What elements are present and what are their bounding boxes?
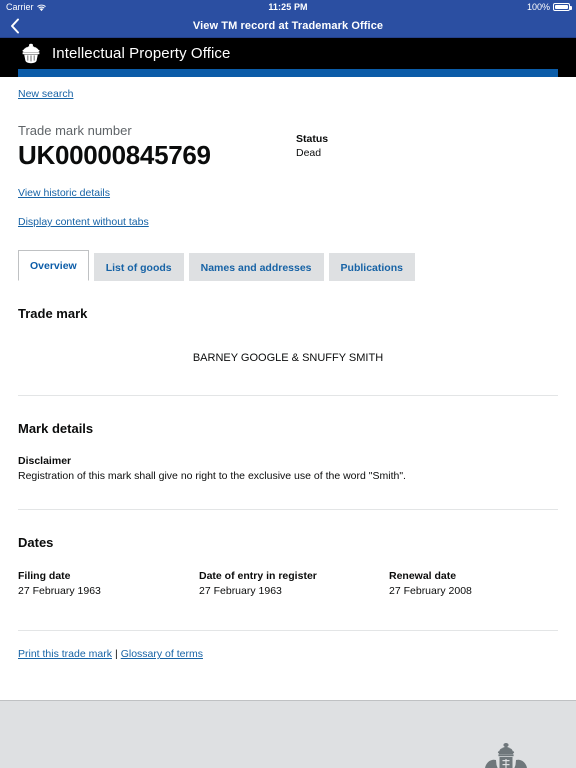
display-content-without-tabs-link[interactable]: Display content without tabs — [18, 216, 558, 228]
page-scroll-area: Intellectual Property Office New search … — [0, 38, 576, 768]
trade-mark-number-label: Trade mark number — [18, 123, 132, 138]
status-bar-time: 11:25 PM — [268, 2, 308, 12]
glossary-of-terms-link[interactable]: Glossary of terms — [121, 648, 203, 660]
dates-grid: Filing date 27 February 1963 Date of ent… — [18, 569, 558, 599]
filing-date-label: Filing date — [18, 570, 71, 582]
disclaimer-text: Registration of this mark shall give no … — [18, 470, 406, 482]
mark-details-heading: Mark details — [18, 421, 94, 436]
record-actions: Print this trade mark | Glossary of terms — [18, 648, 558, 660]
main-content: New search Trade mark number UK000008457… — [0, 77, 576, 700]
dates-heading: Dates — [18, 535, 54, 550]
record-tabs: Overview List of goods Names and address… — [18, 250, 558, 281]
tab-list-of-goods[interactable]: List of goods — [93, 253, 184, 281]
renewal-date-value: 27 February 2008 — [389, 585, 472, 597]
accent-bar-wrap — [0, 69, 576, 77]
trade-mark-heading: Trade mark — [18, 306, 88, 321]
renewal-date-label: Renewal date — [389, 570, 457, 582]
battery-full-icon — [553, 3, 572, 11]
site-title: Intellectual Property Office — [52, 45, 231, 62]
trade-mark-number-value: UK00000845769 — [18, 140, 211, 170]
print-trade-mark-link[interactable]: Print this trade mark — [18, 648, 112, 660]
entry-date-col: Date of entry in register 27 February 19… — [199, 569, 389, 599]
footer-inner: Feedback Disclaimer Cookies Privacy Buil… — [18, 740, 558, 768]
uk-crown-logo-icon — [18, 42, 44, 66]
nav-title: View TM record at Trademark Office — [192, 19, 384, 32]
ios-nav-bar: View TM record at Trademark Office — [0, 14, 576, 38]
status-bar-right: 100% — [526, 2, 572, 12]
divider-after-trade-mark — [18, 395, 558, 396]
tab-publications[interactable]: Publications — [328, 253, 415, 281]
battery-percent-label: 100% — [526, 2, 550, 12]
tab-names-and-addresses[interactable]: Names and addresses — [188, 253, 324, 281]
new-search-link[interactable]: New search — [18, 77, 73, 100]
site-header: Intellectual Property Office — [0, 38, 576, 69]
filing-date-col: Filing date 27 February 1963 — [18, 569, 199, 599]
link-separator: | — [114, 648, 118, 660]
tab-overview[interactable]: Overview — [18, 250, 89, 281]
filing-date-value: 27 February 1963 — [18, 585, 101, 597]
content-bottom-spacer — [18, 660, 558, 700]
royal-coat-of-arms-icon — [472, 740, 540, 768]
trade-mark-text: BARNEY GOOGLE & SNUFFY SMITH — [192, 352, 384, 364]
entry-date-label: Date of entry in register — [199, 570, 317, 582]
footer-right: © Crown copyright — [453, 740, 558, 768]
status-value: Dead — [296, 147, 322, 159]
ios-status-bar: Carrier 11:25 PM 100% — [0, 0, 576, 14]
disclaimer-label: Disclaimer — [18, 455, 72, 467]
renewal-date-col: Renewal date 27 February 2008 — [389, 569, 472, 599]
status-label: Status — [296, 133, 329, 145]
app-root: Carrier 11:25 PM 100% View TM record at … — [0, 0, 576, 768]
entry-date-value: 27 February 1963 — [199, 585, 282, 597]
view-historic-details-link[interactable]: View historic details — [18, 187, 558, 199]
accent-bar — [18, 69, 558, 77]
trade-mark-summary: Trade mark number UK00000845769 Status D… — [18, 123, 558, 170]
trade-mark-number-block: Trade mark number UK00000845769 — [18, 123, 296, 170]
divider-after-dates — [18, 630, 558, 631]
divider-after-mark-details — [18, 509, 558, 510]
status-block: Status Dead — [296, 123, 328, 161]
site-footer: Feedback Disclaimer Cookies Privacy Buil… — [0, 700, 576, 768]
